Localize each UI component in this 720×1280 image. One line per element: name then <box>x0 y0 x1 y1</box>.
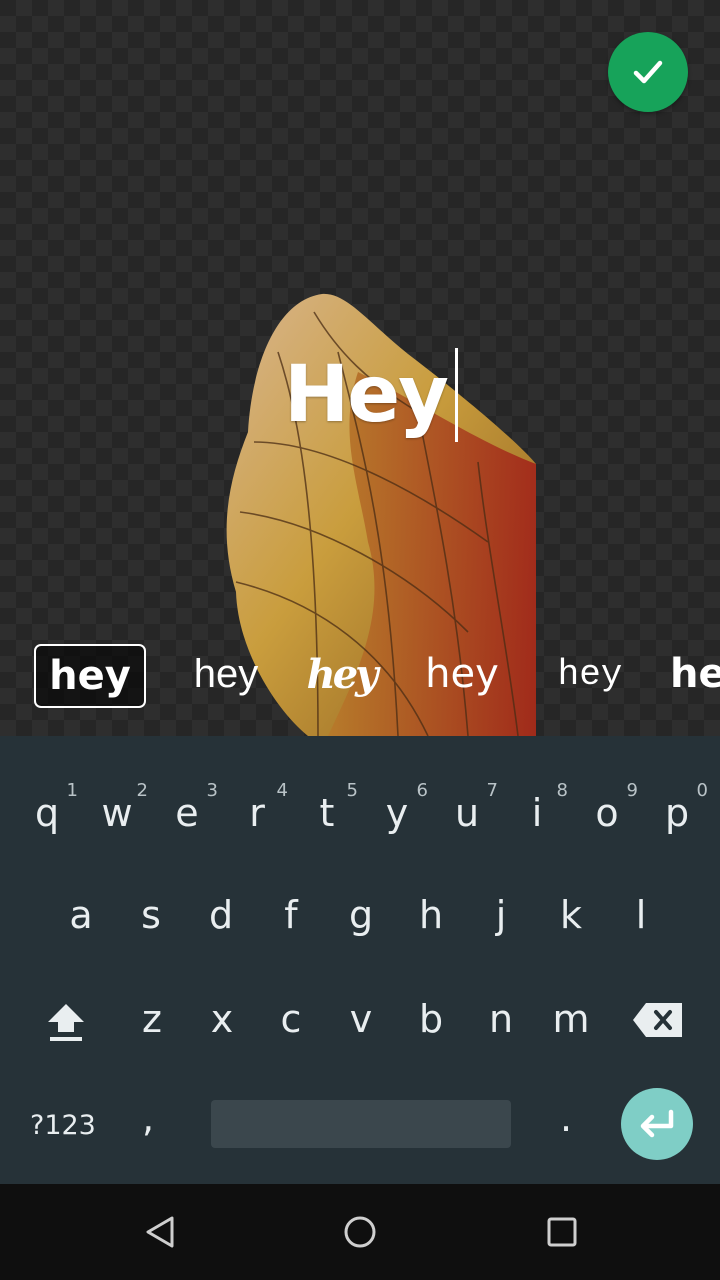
key-hint: 1 <box>66 780 78 801</box>
keyboard: 1q 2w 3e 4r 5t 6y 7u 8i 9o 0p a s d f g … <box>0 736 720 1184</box>
recents-button[interactable] <box>542 1212 582 1252</box>
key-hint: 2 <box>136 780 148 801</box>
enter-arrow-icon <box>640 1109 674 1138</box>
sticker-canvas: Hey hey hey hey hey hey he <box>0 0 720 736</box>
key-label: f <box>284 893 298 937</box>
space-key[interactable] <box>211 1100 511 1148</box>
key-label: c <box>280 997 302 1041</box>
key-hint: 3 <box>206 780 218 801</box>
key-w[interactable]: 2w <box>82 780 152 840</box>
shift-key[interactable] <box>44 1000 88 1044</box>
check-icon <box>633 60 663 84</box>
key-label: k <box>559 893 582 937</box>
back-triangle-icon <box>146 1216 174 1248</box>
key-o[interactable]: 9o <box>572 780 642 840</box>
key-label: n <box>488 997 514 1041</box>
backspace-icon <box>633 1003 682 1037</box>
key-hint: 9 <box>626 780 638 801</box>
key-f[interactable]: f <box>256 888 326 942</box>
key-t[interactable]: 5t <box>292 780 362 840</box>
key-v[interactable]: v <box>326 992 396 1046</box>
font-option-6[interactable]: he <box>670 644 720 704</box>
done-button[interactable] <box>608 32 688 112</box>
back-button[interactable] <box>140 1212 180 1252</box>
key-y[interactable]: 6y <box>362 780 432 840</box>
font-option-4[interactable]: hey <box>422 644 502 704</box>
key-j[interactable]: j <box>466 888 536 942</box>
sticker-text[interactable]: Hey <box>284 350 449 440</box>
key-label: v <box>349 997 373 1041</box>
comma-key[interactable]: , <box>142 1096 154 1140</box>
key-hint: 0 <box>696 780 708 801</box>
key-d[interactable]: d <box>186 888 256 942</box>
key-k[interactable]: k <box>536 888 606 942</box>
key-h[interactable]: h <box>396 888 466 942</box>
key-r[interactable]: 4r <box>222 780 292 840</box>
key-a[interactable]: a <box>46 888 116 942</box>
key-label: b <box>418 997 444 1041</box>
text-cursor <box>455 348 459 442</box>
key-l[interactable]: l <box>606 888 676 942</box>
key-label: z <box>142 997 162 1041</box>
key-label: l <box>635 893 647 937</box>
key-hint: 4 <box>276 780 288 801</box>
key-z[interactable]: z <box>117 992 187 1046</box>
key-u[interactable]: 7u <box>432 780 502 840</box>
key-m[interactable]: m <box>536 992 606 1046</box>
font-option-2[interactable]: hey <box>186 644 266 704</box>
key-label: x <box>210 997 234 1041</box>
font-option-1[interactable]: hey <box>34 644 146 708</box>
key-label: g <box>348 893 374 937</box>
key-b[interactable]: b <box>396 992 466 1046</box>
key-g[interactable]: g <box>326 888 396 942</box>
key-c[interactable]: c <box>256 992 326 1046</box>
key-i[interactable]: 8i <box>502 780 572 840</box>
key-label: m <box>552 997 590 1041</box>
key-x[interactable]: x <box>187 992 257 1046</box>
key-label: a <box>69 893 93 937</box>
home-circle-icon <box>344 1216 376 1248</box>
key-q[interactable]: 1q <box>12 780 82 840</box>
sticker-text-box[interactable]: Hey <box>284 340 459 450</box>
navigation-bar <box>0 1184 720 1280</box>
home-button[interactable] <box>340 1212 380 1252</box>
font-option-5[interactable]: hey <box>548 644 632 704</box>
enter-key[interactable] <box>621 1088 693 1160</box>
key-hint: 8 <box>556 780 568 801</box>
key-hint: 5 <box>346 780 358 801</box>
shift-arrow-icon <box>48 1004 84 1041</box>
key-s[interactable]: s <box>116 888 186 942</box>
key-n[interactable]: n <box>466 992 536 1046</box>
key-label: j <box>495 893 507 937</box>
recents-square-icon <box>547 1217 577 1247</box>
key-hint: 7 <box>486 780 498 801</box>
font-picker: hey hey hey hey hey he <box>0 640 720 712</box>
key-e[interactable]: 3e <box>152 780 222 840</box>
backspace-key[interactable] <box>632 1002 684 1038</box>
key-hint: 6 <box>416 780 428 801</box>
key-p[interactable]: 0p <box>642 780 712 840</box>
font-option-3[interactable]: hey <box>306 644 379 704</box>
symbols-mode-key[interactable]: ?123 <box>30 1110 96 1141</box>
key-label: h <box>418 893 444 937</box>
key-label: d <box>208 893 234 937</box>
period-key[interactable]: . <box>560 1096 572 1140</box>
key-label: s <box>141 893 161 937</box>
